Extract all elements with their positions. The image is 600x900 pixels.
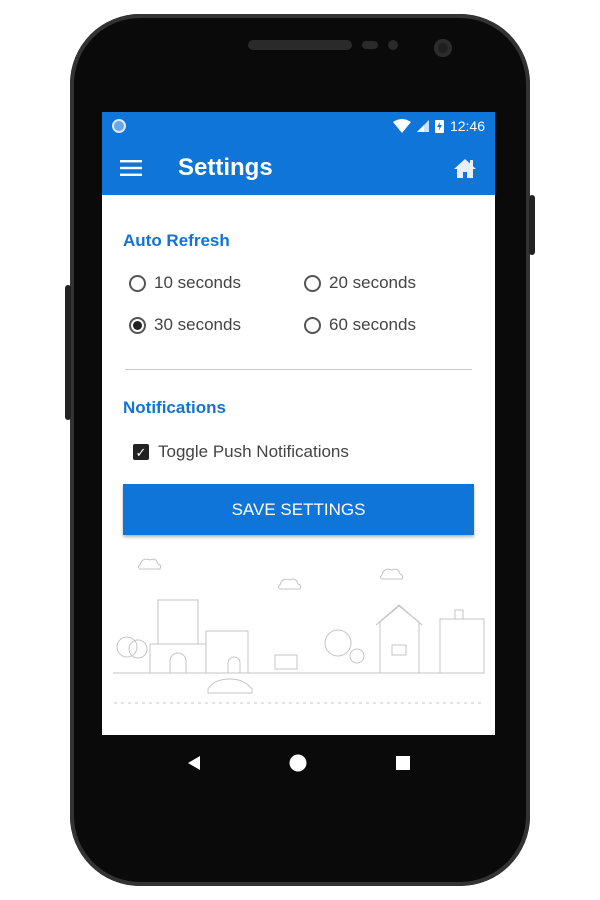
auto-refresh-radio-group: 10 seconds 20 seconds 30 seconds 60 seco… bbox=[123, 273, 474, 335]
back-icon[interactable] bbox=[186, 755, 202, 771]
radio-label: 60 seconds bbox=[329, 315, 416, 334]
speaker-grille bbox=[248, 40, 352, 50]
radio-button[interactable] bbox=[304, 316, 321, 334]
save-settings-button[interactable]: SAVE SETTINGS bbox=[123, 484, 474, 535]
radio-label: 10 seconds bbox=[154, 273, 241, 292]
radio-button[interactable] bbox=[304, 274, 321, 292]
home-circle-icon[interactable] bbox=[289, 754, 307, 772]
android-nav-bar bbox=[102, 735, 495, 790]
app-bar: Settings bbox=[102, 140, 495, 195]
checkbox-label: Toggle Push Notifications bbox=[158, 442, 349, 461]
power-button bbox=[529, 195, 535, 255]
battery-charging-icon bbox=[434, 120, 444, 133]
radio-60-seconds[interactable]: 60 seconds bbox=[304, 315, 474, 335]
home-icon[interactable] bbox=[453, 158, 477, 178]
checkmark-icon[interactable]: ✓ bbox=[133, 444, 149, 460]
screen: 12:46 Settings Auto Refresh 10 seconds 2… bbox=[102, 112, 495, 735]
divider bbox=[125, 369, 472, 370]
radio-30-seconds[interactable]: 30 seconds bbox=[129, 315, 304, 335]
radio-label: 30 seconds bbox=[154, 315, 241, 334]
radio-button[interactable] bbox=[129, 316, 146, 334]
volume-button bbox=[65, 285, 71, 420]
radio-10-seconds[interactable]: 10 seconds bbox=[129, 273, 304, 293]
sensor bbox=[388, 40, 398, 50]
auto-refresh-heading: Auto Refresh bbox=[123, 231, 230, 250]
city-illustration bbox=[113, 558, 485, 704]
clock: 12:46 bbox=[449, 118, 485, 134]
radio-button[interactable] bbox=[129, 274, 146, 292]
wifi-icon bbox=[392, 119, 411, 133]
status-bar: 12:46 bbox=[102, 112, 495, 140]
front-camera bbox=[434, 39, 452, 57]
radio-label: 20 seconds bbox=[329, 273, 416, 292]
radio-20-seconds[interactable]: 20 seconds bbox=[304, 273, 474, 293]
page-title: Settings bbox=[178, 153, 273, 181]
hamburger-menu-icon[interactable] bbox=[120, 159, 142, 176]
notifications-heading: Notifications bbox=[123, 398, 226, 417]
recents-icon[interactable] bbox=[395, 755, 411, 771]
sensor bbox=[362, 41, 378, 49]
push-notifications-checkbox[interactable]: ✓ Toggle Push Notifications bbox=[123, 442, 474, 462]
signal-icon bbox=[416, 120, 429, 132]
notification-dot-icon bbox=[112, 119, 126, 133]
